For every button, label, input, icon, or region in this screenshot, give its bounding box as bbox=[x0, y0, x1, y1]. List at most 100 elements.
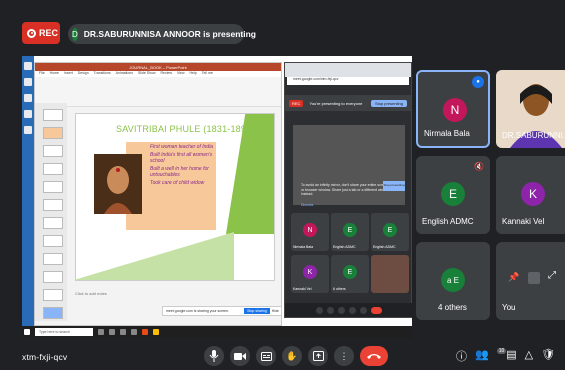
recording-badge: REC bbox=[22, 22, 60, 44]
bullet: Built a well in her home for untouchable… bbox=[150, 166, 209, 178]
participant-name: You bbox=[502, 303, 516, 312]
desktop-icon bbox=[24, 62, 32, 70]
mini-avatar: E bbox=[383, 223, 397, 237]
chrome-mirror-warning: To avoid an infinity mirror, don't share… bbox=[301, 183, 390, 196]
hand-icon: ✋ bbox=[286, 350, 298, 361]
bullet: First woman teacher of India bbox=[150, 144, 214, 150]
slide-decoration bbox=[74, 232, 234, 280]
captions-icon bbox=[260, 351, 272, 361]
pin-icon[interactable]: 📌 bbox=[508, 272, 519, 283]
chrome-stop-presenting[interactable]: Stop presenting bbox=[370, 99, 407, 107]
chrome-window: meet.google.com/xtm-fxji-qcv REC You're … bbox=[284, 62, 412, 318]
powerpoint-window: JOURNAL_BOOK – PowerPoint File Home Inse… bbox=[34, 62, 282, 326]
slide-thumbnails bbox=[35, 103, 67, 321]
desktop-icon bbox=[24, 126, 32, 134]
slide-thumb bbox=[43, 271, 63, 283]
slide-title: SAVITRIBAI PHULE (1831-1897) bbox=[116, 124, 255, 134]
chrome-rec-badge: REC bbox=[289, 99, 304, 107]
toast-stop-button[interactable]: Stop sharing bbox=[244, 308, 270, 314]
taskbar-app-icon[interactable] bbox=[98, 329, 104, 335]
call-controls: ✋ ⋮ bbox=[204, 346, 388, 366]
mini-control bbox=[327, 306, 334, 314]
mini-name: 6 others bbox=[333, 287, 346, 291]
present-button[interactable] bbox=[308, 346, 328, 366]
host-controls-icon[interactable]: 🛡 bbox=[541, 348, 555, 364]
toast-hide-button[interactable]: Hide bbox=[272, 309, 281, 313]
participant-name: Kannaki Vel bbox=[502, 217, 545, 226]
taskbar-app-icon[interactable] bbox=[120, 329, 126, 335]
leave-call-button[interactable] bbox=[360, 346, 388, 366]
desktop-icon bbox=[24, 110, 32, 118]
mini-control bbox=[349, 306, 356, 314]
more-vert-icon: ⋮ bbox=[339, 350, 349, 361]
mini-name: English ADMC bbox=[333, 245, 356, 249]
rec-label: REC bbox=[39, 28, 59, 38]
raise-hand-button[interactable]: ✋ bbox=[282, 346, 302, 366]
presenter-avatar: D bbox=[72, 27, 78, 41]
bottom-bar: xtm-fxji-qcv ✋ ⋮ ⓘ 👥 10 ▤ △ 🛡 bbox=[0, 340, 565, 370]
taskbar-chrome-icon[interactable] bbox=[153, 329, 159, 335]
chrome-dismiss[interactable]: Dismiss bbox=[301, 203, 313, 207]
mini-name: English ADMC bbox=[373, 245, 396, 249]
participant-name: DR.SABURUNNI... bbox=[502, 131, 565, 140]
present-icon bbox=[312, 351, 324, 361]
ppt-ribbon bbox=[35, 77, 281, 107]
participant-tile[interactable]: E 🔇 English ADMC bbox=[416, 156, 490, 234]
bullet: Took care of child widow bbox=[150, 180, 205, 186]
participant-avatar: K bbox=[521, 182, 545, 206]
mini-name: Nirmala Bala bbox=[293, 245, 314, 249]
participant-tile-video[interactable]: DR.SABURUNNI... bbox=[496, 70, 565, 148]
camera-icon bbox=[234, 352, 246, 360]
taskbar-app-icon[interactable] bbox=[131, 329, 137, 335]
participant-tile[interactable]: K Kannaki Vel bbox=[496, 156, 565, 234]
meet-window: REC D DR.SABURUNNISA ANNOOR is presentin… bbox=[0, 0, 565, 370]
chrome-address-bar[interactable]: meet.google.com/xtm-fxji-qcv bbox=[287, 77, 409, 85]
participant-tile-self[interactable]: 📌 ⤢ You bbox=[496, 242, 565, 320]
side-controls: ⓘ 👥 10 ▤ △ 🛡 bbox=[456, 348, 555, 364]
taskbar-app-icon[interactable] bbox=[109, 329, 115, 335]
chat-icon[interactable]: ▤ bbox=[506, 348, 516, 364]
chrome-tabstrip bbox=[285, 63, 411, 77]
record-icon bbox=[27, 28, 36, 38]
people-icon[interactable]: 👥 10 bbox=[475, 348, 507, 364]
chrome-show-button[interactable]: Stop presenting bbox=[383, 181, 405, 191]
mini-avatar: K bbox=[303, 265, 317, 279]
taskbar-ppt-icon[interactable] bbox=[142, 329, 148, 335]
chrome-meet-bar: REC You're presenting to everyone Stop p… bbox=[285, 95, 411, 111]
presenting-chip[interactable]: D DR.SABURUNNISA ANNOOR is presenting bbox=[68, 24, 256, 44]
participant-name: English ADMC bbox=[422, 217, 474, 226]
fullscreen-icon[interactable]: ⤢ bbox=[548, 270, 556, 281]
participant-tile[interactable]: N ● Nirmala Bala bbox=[416, 70, 490, 148]
mini-control bbox=[338, 306, 345, 314]
captions-button[interactable] bbox=[256, 346, 276, 366]
slide-thumb bbox=[43, 163, 63, 175]
more-options-button[interactable]: ⋮ bbox=[334, 346, 354, 366]
participant-name: 4 others bbox=[438, 303, 467, 312]
current-slide: SAVITRIBAI PHULE (1831-1897) First woman… bbox=[74, 113, 275, 281]
taskbar-search[interactable]: Type here to search bbox=[35, 328, 93, 336]
sharing-toast: meet.google.com is sharing your screen. … bbox=[162, 306, 282, 316]
mic-button[interactable] bbox=[204, 346, 224, 366]
mic-off-icon: 🔇 bbox=[474, 162, 484, 171]
slide-thumb bbox=[43, 181, 63, 193]
participant-avatar: E bbox=[441, 182, 465, 206]
activities-icon[interactable]: △ bbox=[525, 348, 533, 364]
presenting-icon bbox=[528, 272, 540, 284]
start-icon[interactable] bbox=[24, 329, 30, 335]
info-icon[interactable]: ⓘ bbox=[456, 348, 467, 364]
presenting-text: DR.SABURUNNISA ANNOOR is presenting bbox=[83, 29, 256, 39]
camera-button[interactable] bbox=[230, 346, 250, 366]
portrait-image bbox=[94, 154, 142, 214]
chrome-presenting-text: You're presenting to everyone bbox=[309, 100, 363, 106]
mini-avatar: E bbox=[343, 223, 357, 237]
slide-thumb bbox=[43, 235, 63, 247]
participant-name: Nirmala Bala bbox=[424, 129, 470, 138]
participants-badge: 10 bbox=[496, 348, 507, 354]
slide-thumb bbox=[43, 145, 63, 157]
mic-icon bbox=[209, 350, 219, 362]
mini-control bbox=[316, 306, 323, 314]
mini-tile: K Kannaki Vel bbox=[291, 255, 329, 293]
participant-tile-others[interactable]: a E 4 others bbox=[416, 242, 490, 320]
chrome-meet-controls bbox=[285, 303, 412, 317]
notes-area[interactable]: Click to add notes bbox=[75, 291, 107, 296]
